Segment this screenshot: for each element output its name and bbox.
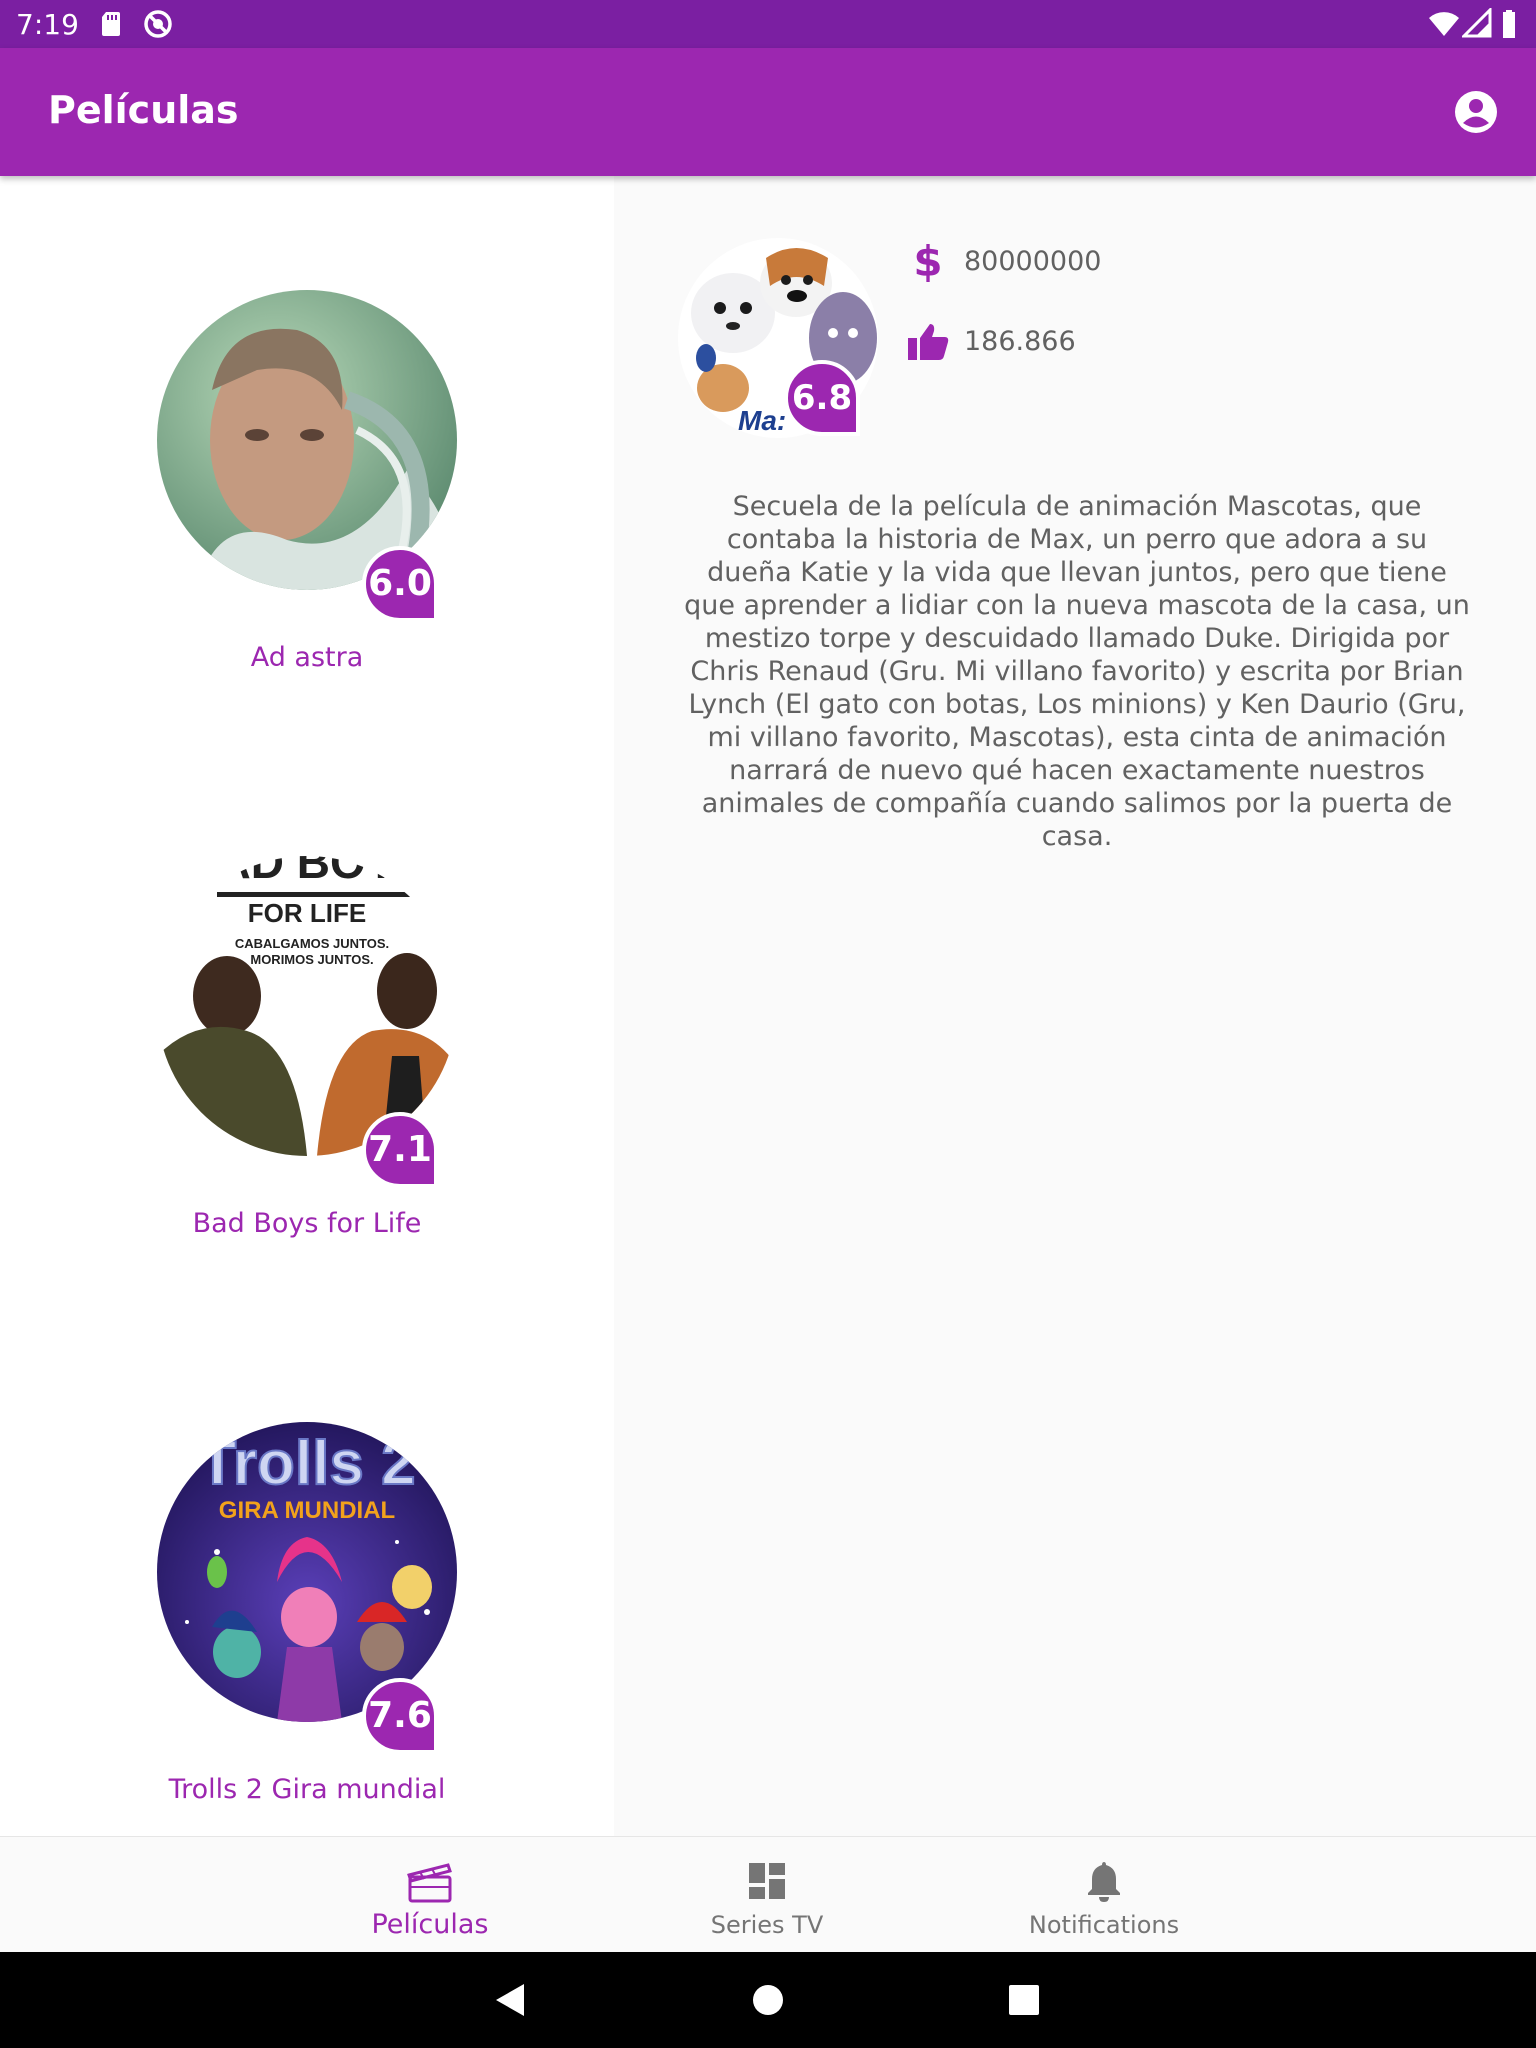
rating-badge: 7.1 (362, 1112, 438, 1188)
poster-text: AD BOY (218, 856, 397, 888)
movie-poster: AD BOY FOR LIFE CABALGAMOS JUNTOS. MORIM… (157, 856, 457, 1156)
popularity-value: 186.866 (964, 326, 1076, 357)
system-navigation-bar (0, 1952, 1536, 2048)
status-time: 7:19 (16, 8, 79, 41)
status-bar: 7:19 (0, 0, 1536, 48)
list-item[interactable]: AD BOY FOR LIFE CABALGAMOS JUNTOS. MORIM… (0, 842, 614, 1312)
bottom-navigation: Películas Series TV Notifications (0, 1836, 1536, 1952)
movie-title: Bad Boys for Life (192, 1208, 422, 1239)
budget-value: 80000000 (964, 246, 1102, 277)
tab-peliculas[interactable]: Películas (310, 1837, 550, 1953)
movie-poster (157, 290, 457, 590)
page-title: Películas (48, 88, 239, 132)
block-icon (142, 8, 174, 40)
app-bar: Películas (0, 48, 1536, 176)
poster-text: GIRA MUNDIAL (219, 1497, 395, 1524)
movie-poster: Trolls 2 GIRA MUNDIAL (157, 1422, 457, 1722)
list-item[interactable]: 6.0 Ad astra (0, 276, 614, 746)
rating-badge: 6.8 (784, 360, 860, 436)
recents-icon[interactable] (1000, 1976, 1048, 2024)
bell-icon (1080, 1857, 1128, 1905)
poster-text: CABALGAMOS JUNTOS. (235, 936, 389, 951)
poster-text: MORIMOS JUNTOS. (250, 952, 373, 967)
rating-badge: 7.6 (362, 1678, 438, 1754)
poster-text: Ma: (738, 405, 786, 436)
home-icon[interactable] (744, 1976, 792, 2024)
tab-notifications[interactable]: Notifications (984, 1837, 1224, 1953)
tab-label: Series TV (710, 1911, 824, 1939)
movie-clapperboard-icon (406, 1857, 454, 1905)
tab-series-tv[interactable]: Series TV (647, 1837, 887, 1953)
dollar-icon: $ (904, 237, 952, 286)
svg-text:$: $ (913, 238, 942, 286)
movie-title: Trolls 2 Gira mundial (168, 1774, 446, 1805)
battery-icon (1496, 8, 1528, 40)
signal-icon (1460, 6, 1494, 40)
list-item[interactable]: Trolls 2 GIRA MUNDIAL 7.6 Trolls 2 Gira … (0, 1408, 614, 1836)
tab-label: Películas (371, 1909, 489, 1940)
rating-badge: 6.0 (362, 546, 438, 622)
movie-title: Ad astra (250, 642, 364, 673)
thumb-up-icon (904, 318, 952, 366)
wifi-icon (1428, 8, 1460, 40)
poster-text: FOR LIFE (248, 898, 366, 928)
sd-card-icon (96, 8, 128, 40)
movie-detail: Ma: 6.8 $ 80000000 186.866 Secuela de la… (614, 176, 1536, 1836)
tab-label: Notifications (1028, 1911, 1180, 1939)
movie-list[interactable]: 6.0 Ad astra AD BOY FOR LIFE CABALGAMOS … (0, 176, 614, 1836)
account-circle-icon[interactable] (1452, 88, 1500, 136)
overview-text: Secuela de la película de animación Masc… (684, 491, 1470, 852)
dashboard-icon (743, 1857, 791, 1905)
back-icon[interactable] (486, 1976, 534, 2024)
poster-text: Trolls 2 (198, 1429, 415, 1498)
